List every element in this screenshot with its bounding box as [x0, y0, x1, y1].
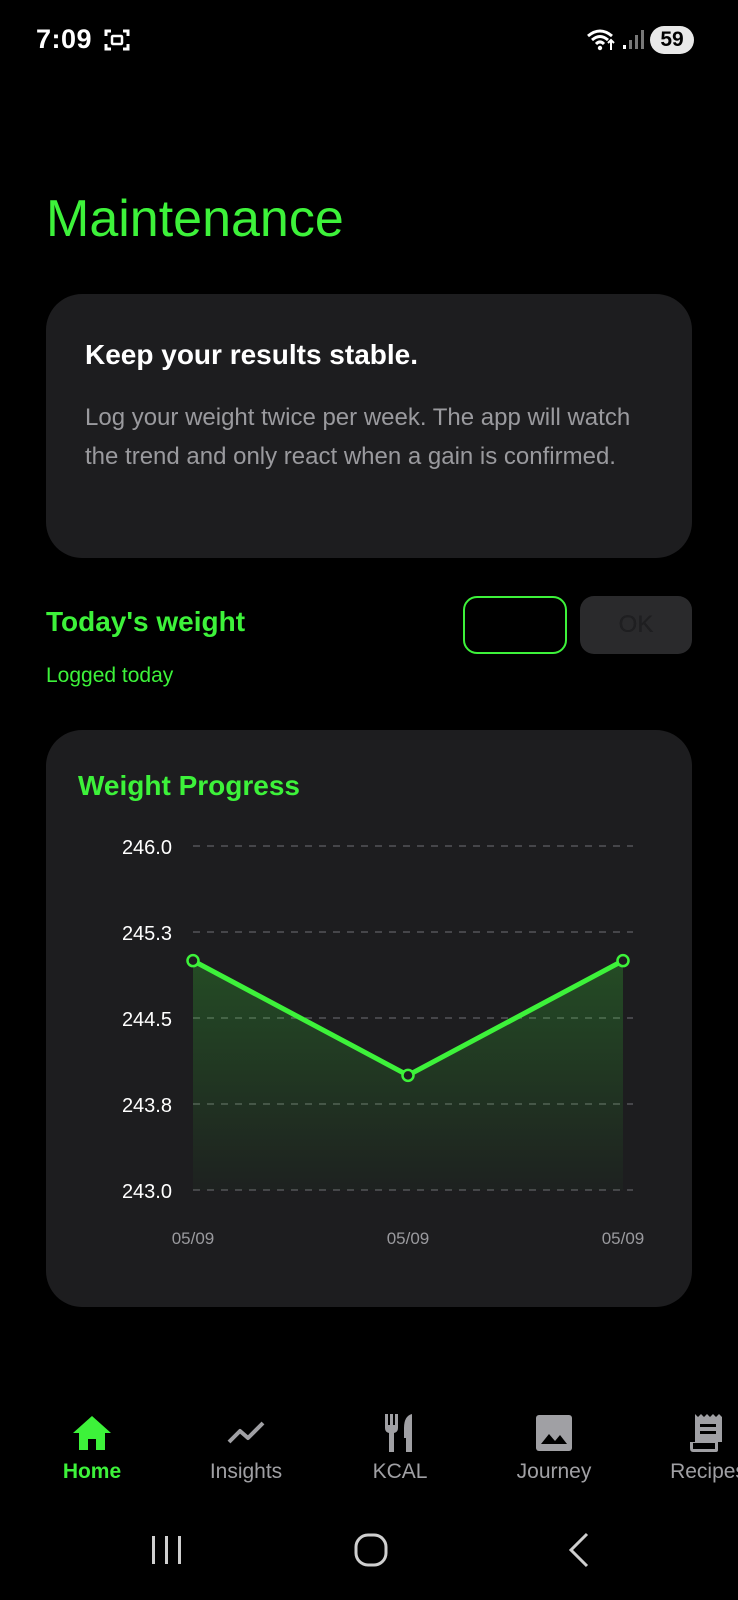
- nav-recipes[interactable]: Recipes: [638, 1400, 738, 1500]
- data-point: [616, 953, 630, 968]
- home-button-icon[interactable]: [346, 1528, 396, 1572]
- nav-label-journey: Journey: [516, 1460, 592, 1483]
- info-card-title: Keep your results stable.: [85, 339, 419, 370]
- nav-label-recipes: Recipes: [670, 1460, 738, 1483]
- y-tick-label: 243.8: [122, 1095, 172, 1117]
- y-tick-label: 243.0: [122, 1181, 172, 1203]
- nav-home[interactable]: Home: [22, 1400, 162, 1500]
- trending-icon: [227, 1421, 265, 1444]
- y-tick-label: 244.5: [122, 1009, 172, 1031]
- nav-kcal[interactable]: KCAL: [330, 1400, 470, 1500]
- status-bar: 7:09 59: [0, 0, 738, 80]
- home-icon: [73, 1416, 111, 1450]
- x-tick-label: 05/09: [172, 1229, 215, 1248]
- page-title: Maintenance: [46, 190, 344, 248]
- x-tick-label: 05/09: [602, 1229, 645, 1248]
- weight-input[interactable]: [463, 596, 567, 654]
- x-tick-label: 05/09: [387, 1229, 430, 1248]
- system-nav: [0, 1510, 738, 1600]
- todays-weight-label: Today's weight: [46, 606, 246, 637]
- bottom-nav: Home Insights KCAL Journey Recipes: [0, 1400, 738, 1500]
- signal-icon: [623, 30, 644, 49]
- screenshot-icon: [104, 29, 130, 51]
- logged-status: Logged today: [46, 664, 174, 687]
- nav-journey[interactable]: Journey: [484, 1400, 624, 1500]
- receipt-icon: [690, 1414, 722, 1452]
- weight-progress-card: Weight Progress 246.0 245.3 244.5 243.8 243.…: [46, 730, 692, 1307]
- nav-label-insights: Insights: [209, 1460, 283, 1483]
- y-tick-label: 246.0: [122, 837, 172, 859]
- back-icon[interactable]: [555, 1528, 605, 1572]
- nav-label-kcal: KCAL: [372, 1460, 428, 1483]
- ok-button[interactable]: OK: [580, 596, 692, 654]
- info-card-body: Log your weight twice per week. The app …: [85, 404, 631, 470]
- nav-label-home: Home: [62, 1460, 122, 1483]
- image-icon: [536, 1415, 572, 1451]
- data-point: [401, 1068, 415, 1083]
- nav-insights[interactable]: Insights: [176, 1400, 316, 1500]
- status-time: 7:09: [36, 24, 93, 54]
- wifi-icon: [587, 29, 615, 51]
- recent-apps-icon[interactable]: [142, 1528, 192, 1572]
- y-tick-label: 245.3: [122, 923, 172, 945]
- restaurant-icon: [385, 1414, 412, 1452]
- info-card: Keep your results stable. Log your weigh…: [46, 294, 692, 558]
- weight-chart: 246.0 245.3 244.5 243.8 243.0 05/09 05/09 05/09: [122, 837, 645, 1248]
- data-point: [186, 953, 200, 968]
- battery-badge: 59: [650, 26, 694, 54]
